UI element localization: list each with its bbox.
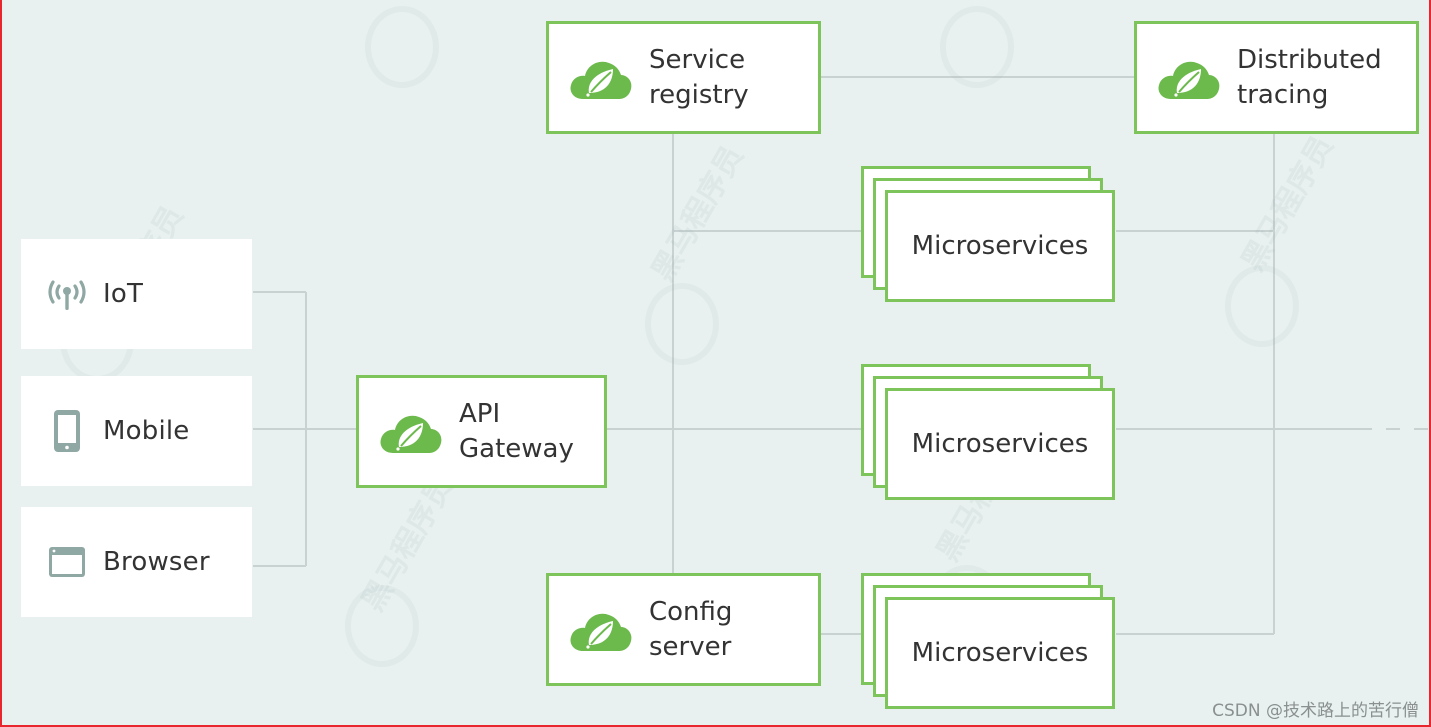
microservices-label: Microservices <box>911 638 1089 668</box>
antenna-icon <box>45 272 89 316</box>
microservice-card: Microservices <box>885 190 1115 302</box>
microservices-stack-middle[interactable]: Microservices <box>861 364 1117 504</box>
client-label: Browser <box>103 547 210 577</box>
client-browser[interactable]: Browser <box>21 507 252 617</box>
spring-leaf-icon <box>1158 61 1220 99</box>
microservice-card: Microservices <box>885 388 1115 500</box>
client-label: Mobile <box>103 416 190 446</box>
service-registry-box[interactable]: Service registry <box>546 21 821 134</box>
microservices-label: Microservices <box>911 429 1089 459</box>
browser-window-icon <box>45 540 89 584</box>
spring-leaf-icon <box>570 61 632 99</box>
box-label: Config server <box>649 596 733 662</box>
client-label: IoT <box>103 279 144 309</box>
client-iot[interactable]: IoT <box>21 239 252 349</box>
client-mobile[interactable]: Mobile <box>21 376 252 486</box>
csdn-credit-watermark: CSDN @技术路上的苦行僧 <box>1212 701 1419 721</box>
microservices-label: Microservices <box>911 231 1089 261</box>
distributed-tracing-box[interactable]: Distributed tracing <box>1134 21 1419 134</box>
spring-leaf-icon <box>380 415 442 453</box>
api-gateway-box[interactable]: API Gateway <box>356 375 607 488</box>
mobile-phone-icon <box>45 409 89 453</box>
box-label: Distributed tracing <box>1237 44 1382 110</box>
spring-leaf-icon <box>570 613 632 651</box>
box-label: API Gateway <box>459 398 574 464</box>
microservice-card: Microservices <box>885 597 1115 709</box>
microservices-stack-bottom[interactable]: Microservices <box>861 573 1117 713</box>
microservices-stack-top[interactable]: Microservices <box>861 166 1117 306</box>
config-server-box[interactable]: Config server <box>546 573 821 686</box>
box-label: Service registry <box>649 44 749 110</box>
